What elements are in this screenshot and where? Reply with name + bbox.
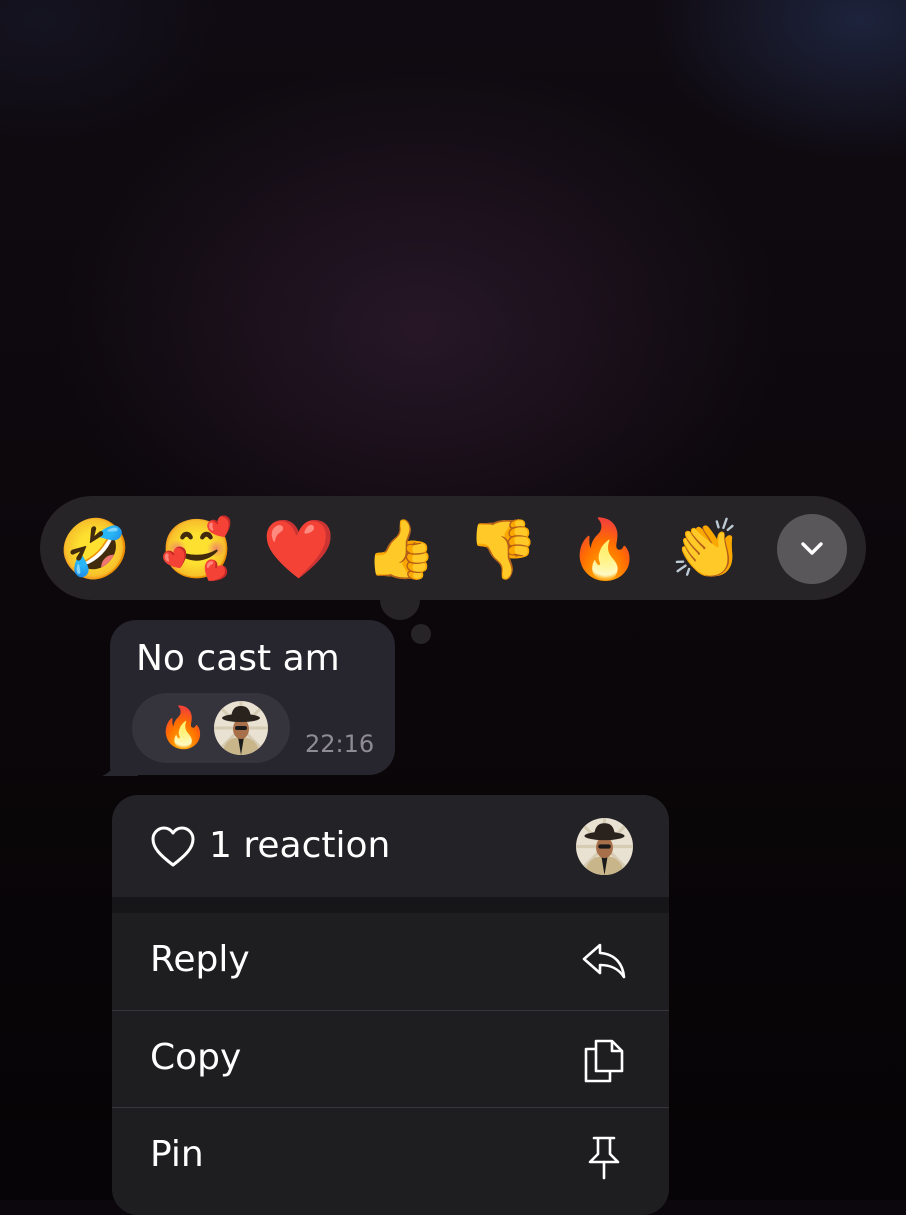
pin-icon — [588, 1136, 620, 1180]
menu-item-reply[interactable]: Reply — [112, 913, 669, 1009]
expand-reactions-button[interactable] — [777, 514, 847, 584]
message-timestamp: 22:16 — [305, 730, 375, 758]
reactor-avatar — [576, 818, 633, 875]
fire-reaction-emoji: 🔥 — [158, 705, 208, 751]
reactions-summary-row[interactable]: 1 reaction — [112, 795, 669, 897]
menu-item-label: Pin — [150, 1134, 204, 1175]
menu-item-label: Copy — [150, 1037, 242, 1078]
reaction-count-label: 1 reaction — [209, 825, 391, 866]
menu-item-copy[interactable]: Copy — [112, 1011, 669, 1107]
thumbs-up-emoji-button[interactable]: 👍 — [365, 514, 437, 584]
rofl-emoji-button[interactable]: 🤣 — [59, 514, 131, 584]
reply-icon — [582, 943, 626, 979]
copy-icon — [584, 1039, 624, 1083]
menu-item-pin[interactable]: Pin — [112, 1108, 669, 1204]
menu-item-label: Reply — [150, 939, 250, 980]
smiling-hearts-emoji-button[interactable]: 🥰 — [161, 514, 233, 584]
picker-tail-dot-small — [411, 624, 431, 644]
heart-outline-icon — [151, 826, 195, 867]
thumbs-down-emoji-button[interactable]: 👎 — [467, 514, 539, 584]
message-bubble[interactable]: No cast am 🔥 22:16 — [110, 620, 395, 775]
message-reaction-chip[interactable]: 🔥 — [132, 693, 290, 763]
reaction-picker: 🤣 🥰 ❤️ 👍 👎 🔥 👏 — [40, 496, 866, 600]
context-menu: 1 reaction Reply Copy Pin — [112, 795, 669, 1215]
clapping-hands-emoji-button[interactable]: 👏 — [671, 514, 743, 584]
menu-section-divider — [112, 897, 669, 913]
message-text: No cast am — [136, 638, 340, 679]
chevron-down-icon — [801, 542, 823, 555]
fire-emoji-button[interactable]: 🔥 — [569, 514, 641, 584]
red-heart-emoji-button[interactable]: ❤️ — [263, 514, 335, 584]
reactor-avatar — [214, 701, 268, 755]
